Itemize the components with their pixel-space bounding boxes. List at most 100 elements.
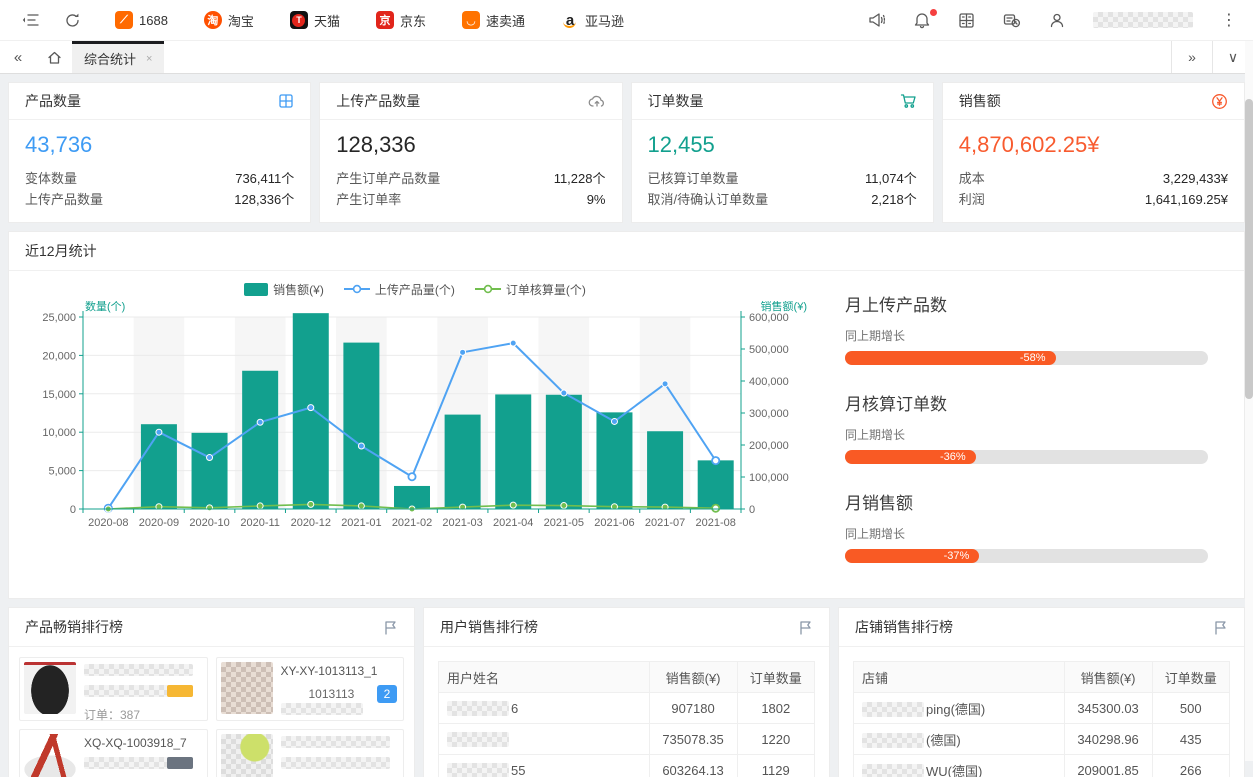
refresh-icon[interactable] [64,12,81,29]
metric-title: 月销售额 [845,489,1208,514]
svg-text:2020-12: 2020-12 [291,517,331,529]
line-swatch [344,284,370,294]
count-badge: 2 [377,685,397,703]
table-row: ping(德国)345300.03500 [854,693,1230,724]
stat-value: 4,870,602.25¥ [959,132,1228,158]
scroll-tabs-left-icon[interactable]: « [0,41,36,73]
scrollbar-thumb[interactable] [1245,99,1253,399]
product-card[interactable]: 订单：387 [19,657,208,721]
progress-track: -36% [845,450,1208,464]
sales-cell: 603264.13 [649,755,737,777]
metric-title: 月核算订单数 [845,390,1208,415]
bar-swatch [244,283,268,296]
orders-cell: 1220 [737,724,814,755]
platform-label: 速卖通 [486,11,525,30]
sales-cell: 209001.85 [1064,755,1152,777]
redacted-line [281,736,390,748]
card-uploaded-products: 上传产品数量 128,336 产生订单产品数量11,228个 产生订单率9% [319,82,622,223]
product-card[interactable]: XY-XY-1013113_1 10131132 [216,657,405,721]
legend-sales[interactable]: 销售额(¥) [244,281,324,298]
platform-tab-jd[interactable]: 京 京东 [376,11,426,30]
main-content: 产品数量 43,736 变体数量736,411个 上传产品数量128,336个 … [0,74,1253,777]
report-grid-icon[interactable] [958,12,975,29]
flag-icon [383,620,398,635]
platform-tab-taobao[interactable]: 淘 淘宝 [204,11,254,30]
tab-close-icon[interactable]: × [146,53,152,65]
service-clock-icon[interactable] [1003,12,1021,29]
menu-fold-icon[interactable] [22,12,40,28]
stat-row-value: 3,229,433¥ [1163,168,1228,189]
svg-text:2021-02: 2021-02 [392,517,432,529]
section-title: 近12月统计 [25,241,97,261]
home-icon[interactable] [36,41,72,73]
svg-text:0: 0 [70,504,76,516]
panel-title: 用户销售排行榜 [440,617,538,637]
svg-text:2021-04: 2021-04 [493,517,533,529]
product-id: XY-XY-1013113_1 [281,664,400,678]
panel-shop-sales-ranking: 店铺销售排行榜 店铺销售额(¥)订单数量ping(德国)345300.03500… [838,607,1245,777]
redacted-name [447,732,509,747]
announcement-icon[interactable] [868,12,886,28]
stat-row-label: 成本 [959,168,985,189]
product-subid-row: 10131132 [281,685,400,703]
scroll-tabs-right-icon[interactable]: » [1171,41,1212,73]
svg-text:600,000: 600,000 [749,312,789,324]
growth-metrics: 月上传产品数 同上期增长 -58% 月核算订单数 同上期增长 -36% 月销售额… [811,277,1234,588]
svg-text:400,000: 400,000 [749,376,789,388]
column-header: 订单数量 [737,662,814,693]
name-cell: ping(德国) [854,693,1065,724]
platform-tab-aliexpress[interactable]: ◡ 速卖通 [462,11,525,30]
username-redacted[interactable] [1093,12,1193,28]
platform-tab-amazon[interactable]: a 亚马逊 [561,11,624,30]
stat-row-label: 变体数量 [25,168,77,189]
name-cell [439,724,650,755]
svg-text:2021-05: 2021-05 [544,517,584,529]
product-image [221,734,273,777]
orders-cell: 1129 [737,755,814,777]
svg-text:2020-09: 2020-09 [139,517,179,529]
aliexpress-icon: ◡ [462,11,480,29]
stat-cards-row: 产品数量 43,736 变体数量736,411个 上传产品数量128,336个 … [8,82,1245,223]
svg-text:200,000: 200,000 [749,440,789,452]
product-card[interactable]: XQ-XQ-1003918_7 [19,729,208,777]
erp-dashboard: ⟋ 1688 淘 淘宝 T 天猫 京 京东 ◡ 速卖通 a 亚马逊 [0,0,1253,761]
product-info: XY-XY-1013113_1 10131132 [281,662,400,716]
svg-text:数量(个): 数量(个) [85,301,125,313]
redacted-name [447,763,509,777]
line-swatch [475,284,501,294]
product-card[interactable] [216,729,405,777]
taobao-icon: 淘 [204,11,222,29]
cart-icon [900,93,917,109]
panel-user-sales-ranking: 用户销售排行榜 用户姓名销售额(¥)订单数量69071801802735078.… [423,607,830,777]
yen-circle-icon [1211,93,1228,110]
orders-cell: 266 [1152,755,1229,777]
svg-text:2020-08: 2020-08 [88,517,128,529]
legend-label: 上传产品量(个) [375,281,455,298]
page-scrollbar [1245,41,1253,761]
months-chart-area: 销售额(¥) 上传产品量(个) 订单核算量(个) 05,00010,00015,… [19,277,811,588]
progress-track: -37% [845,549,1208,563]
svg-text:2020-11: 2020-11 [240,517,280,529]
svg-text:300,000: 300,000 [749,408,789,420]
legend-orders[interactable]: 订单核算量(个) [475,281,586,298]
product-image [24,662,76,714]
user-icon[interactable] [1049,12,1065,29]
column-header: 订单数量 [1152,662,1229,693]
card-title: 销售额 [959,91,1001,111]
tab-label: 综合统计 [84,49,136,68]
flag-icon [1213,620,1228,635]
platform-tab-tmall[interactable]: T 天猫 [290,11,340,30]
notification-bell-icon[interactable] [914,12,930,29]
name-cell: (德国) [854,724,1065,755]
platform-label: 淘宝 [228,11,254,30]
metric-label: 同上期增长 [845,327,1208,344]
product-image [221,662,273,714]
more-menu-icon[interactable]: ⋮ [1221,10,1237,30]
sales-cell: 340298.96 [1064,724,1152,755]
legend-uploaded[interactable]: 上传产品量(个) [344,281,455,298]
platform-tab-1688[interactable]: ⟋ 1688 [115,11,168,29]
1688-icon: ⟋ [115,11,133,29]
table-row: 55603264.131129 [439,755,815,777]
tab-comprehensive-stats[interactable]: 综合统计 × [72,41,164,73]
stat-row-label: 产生订单率 [336,189,401,210]
